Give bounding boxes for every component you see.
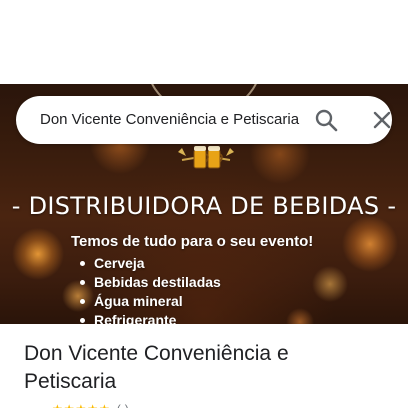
search-input[interactable]: Don Vicente Conveniência e Petiscaria [40, 96, 302, 144]
place-title: Don Vicente Conveniência e Petiscaria [24, 342, 289, 393]
top-blank-area [0, 0, 408, 84]
hero-subtitle: Temos de tudo para o seu evento! [71, 233, 314, 250]
list-item: Refrigerante [80, 311, 221, 324]
search-bar: Don Vicente Conveniência e Petiscaria [16, 96, 392, 144]
search-icon[interactable] [312, 106, 340, 134]
rating-row[interactable]: ★★★★★ (·) [52, 400, 129, 408]
rating-stars: ★★★★★ [52, 402, 111, 408]
list-item: Cerveja [80, 254, 221, 273]
maps-place-screen: - DISTRIBUIDORA DE BEBIDAS - Temos de tu… [0, 0, 408, 408]
hero-product-list: Cerveja Bebidas destiladas Água mineral … [80, 254, 221, 324]
review-count: (·) [117, 402, 129, 408]
list-item: Água mineral [80, 292, 221, 311]
list-item: Bebidas destiladas [80, 273, 221, 292]
hero-title: - DISTRIBUIDORA DE BEBIDAS - [11, 192, 397, 220]
close-icon[interactable] [368, 106, 396, 134]
